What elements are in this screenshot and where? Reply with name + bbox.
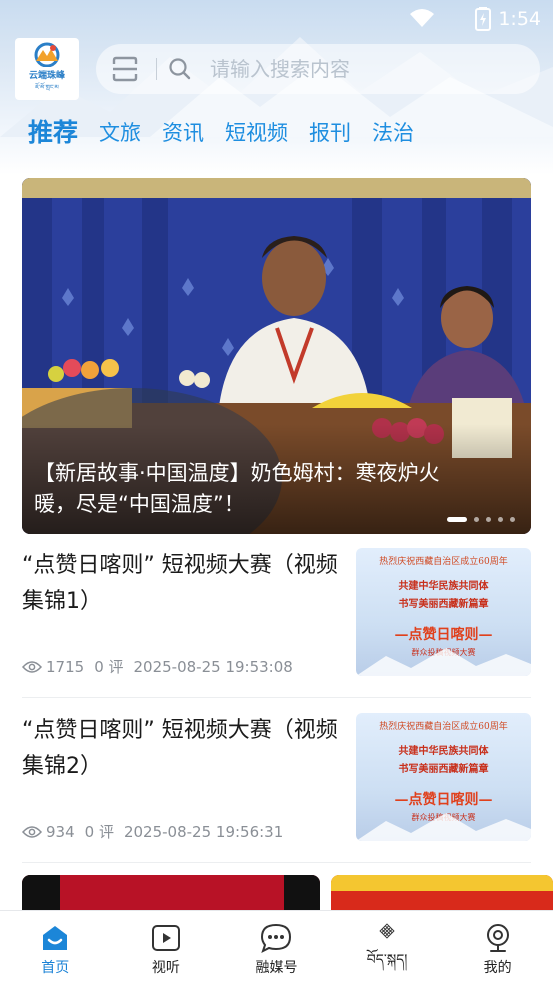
comment-count: 0 评 [84, 823, 114, 841]
thumb-text: 共建中华民族共同体 [398, 746, 489, 757]
carousel-dot-active [447, 517, 467, 522]
bottom-navigation: 首页 视听 融媒号 བོད་སྐད། 我的 [0, 910, 553, 983]
tab-news[interactable]: 资讯 [162, 115, 204, 151]
news-thumbnail: 热烈庆祝西藏自治区成立60周年 共建中华民族共同体 书写美丽西藏新篇章 —点赞日… [356, 548, 531, 676]
carousel-dot [510, 517, 515, 522]
logo-emblem-icon [34, 42, 60, 67]
search-bar[interactable] [96, 44, 540, 94]
category-tabs: 推荐 文旅 资讯 短视频 报刊 法治 [28, 113, 435, 151]
tab-recommend[interactable]: 推荐 [28, 115, 78, 151]
carousel-dot [474, 517, 479, 522]
card-letterbox [22, 875, 60, 911]
eye-icon [22, 825, 42, 838]
tab-legal[interactable]: 法治 [372, 115, 414, 151]
news-meta: 934 0 评 2025-08-25 19:56:31 [22, 821, 293, 842]
card-letterbox [284, 875, 320, 911]
news-list-item[interactable]: “点赞日喀则” 短视频大赛（视频集锦2） 934 0 评 2025-08-25 … [22, 713, 531, 863]
status-bar: 1:54 [0, 0, 553, 38]
news-list-item[interactable]: “点赞日喀则” 短视频大赛（视频集锦1） 1715 0 评 2025-08-25… [22, 548, 531, 698]
card-banner-band [331, 875, 553, 891]
nav-media-accounts[interactable]: 融媒号 [221, 911, 332, 983]
logo-tibetan-text: ཇོ་མོ་གླང་མ [35, 83, 59, 91]
thumb-text: —点赞日喀则— [394, 627, 493, 643]
nav-label: 我的 [483, 960, 512, 976]
thumb-mountains [356, 648, 531, 676]
search-divider [156, 58, 157, 80]
video-icon [151, 925, 180, 951]
banner-caption: 【新居故事·中国温度】奶色姆村：寒夜炉火暖，尽是“中国温度”！ [34, 461, 440, 516]
nav-label: 融媒号 [255, 960, 298, 976]
app-logo[interactable]: 云端珠峰 ཇོ་མོ་གླང་མ [15, 38, 79, 100]
search-input[interactable] [210, 53, 510, 85]
news-meta: 1715 0 评 2025-08-25 19:53:08 [22, 656, 303, 677]
profile-icon [486, 924, 509, 952]
news-title: “点赞日喀则” 短视频大赛（视频集锦1） [22, 553, 338, 614]
thumb-text: 共建中华民族共同体 [398, 581, 489, 592]
wifi-icon [410, 9, 434, 27]
tab-short-video[interactable]: 短视频 [225, 115, 288, 151]
banner-carousel[interactable]: 【新居故事·中国温度】奶色姆村：寒夜炉火暖，尽是“中国温度”！ [22, 178, 531, 534]
endless-knot-icon [379, 923, 395, 939]
comment-count: 0 评 [94, 658, 124, 676]
scan-icon[interactable] [112, 56, 138, 82]
view-count: 1715 [46, 657, 85, 676]
thumb-text: —点赞日喀则— [394, 792, 493, 808]
home-icon [43, 926, 68, 950]
nav-label: 首页 [41, 960, 70, 976]
video-card[interactable] [22, 875, 320, 911]
tab-culture-tourism[interactable]: 文旅 [99, 115, 141, 151]
thumb-mountains [356, 813, 531, 841]
status-time: 1:54 [498, 8, 541, 30]
thumb-text: 书写美丽西藏新篇章 [398, 599, 489, 610]
battery-icon [475, 7, 491, 31]
thumb-text: 热烈庆祝西藏自治区成立60周年 [379, 722, 508, 732]
publish-time: 2025-08-25 19:53:08 [133, 657, 293, 676]
carousel-indicator [440, 517, 515, 522]
nav-label: 视听 [151, 960, 180, 976]
carousel-dot [498, 517, 503, 522]
nav-audio-video[interactable]: 视听 [111, 911, 222, 983]
publish-time: 2025-08-25 19:56:31 [123, 822, 284, 841]
tab-newspaper[interactable]: 报刊 [309, 115, 351, 151]
nav-label: བོད་སྐད། [366, 952, 408, 968]
nav-home[interactable]: 首页 [0, 911, 111, 983]
logo-text: 云端珠峰 [28, 70, 65, 81]
search-icon [169, 58, 191, 80]
carousel-dot [486, 517, 491, 522]
eye-icon [22, 660, 42, 673]
nav-tibetan[interactable]: བོད་སྐད། [332, 911, 443, 983]
news-thumbnail: 热烈庆祝西藏自治区成立60周年 共建中华民族共同体 书写美丽西藏新篇章 —点赞日… [356, 713, 531, 841]
thumb-text: 热烈庆祝西藏自治区成立60周年 [379, 557, 508, 567]
thumb-text: 书写美丽西藏新篇章 [398, 764, 489, 775]
news-title: “点赞日喀则” 短视频大赛（视频集锦2） [22, 718, 338, 779]
nav-profile[interactable]: 我的 [442, 911, 553, 983]
video-card[interactable] [331, 875, 553, 911]
chat-icon [261, 923, 292, 953]
view-count: 934 [46, 822, 75, 841]
video-cards-row [22, 875, 553, 911]
